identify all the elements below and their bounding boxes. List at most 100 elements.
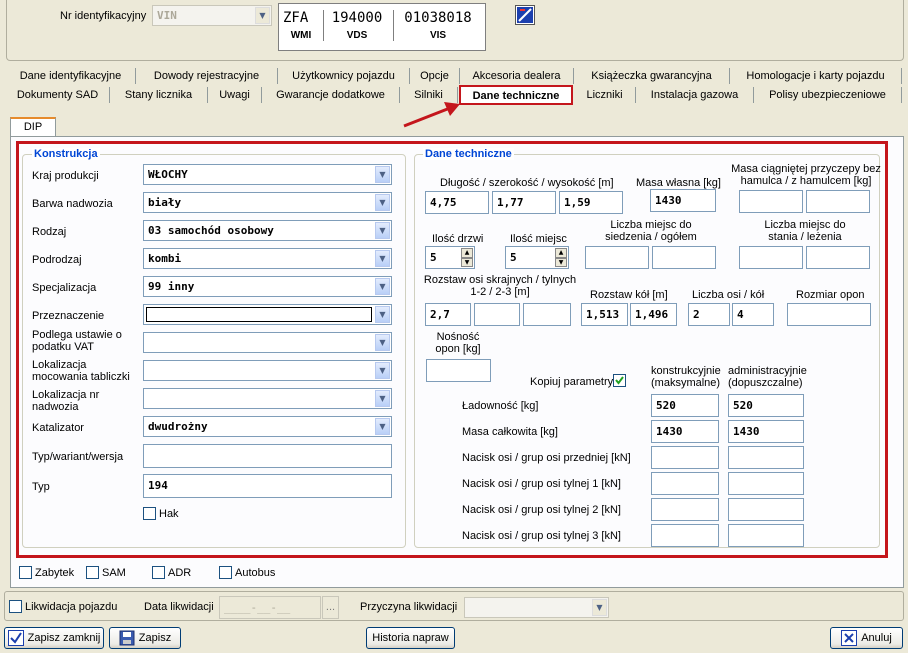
przeznaczenie-select[interactable]: ▼ bbox=[143, 304, 392, 325]
dlugosc-input[interactable]: 4,75 bbox=[425, 191, 489, 214]
stania-input-2[interactable] bbox=[806, 246, 870, 269]
drzwi-spinner[interactable]: ▲ ▼ bbox=[461, 248, 473, 267]
tab-ksiazeczka-gwarancyjna[interactable]: Książeczka gwarancyjna bbox=[574, 68, 730, 84]
date-picker-button[interactable]: ... bbox=[322, 596, 339, 619]
vin-vds-value: 194000 bbox=[331, 10, 383, 26]
vin-type-select[interactable]: VIN ▼ bbox=[152, 5, 272, 26]
liczba-osi-input[interactable]: 2 bbox=[688, 303, 730, 326]
miejsc-spinner[interactable]: ▲ ▼ bbox=[555, 248, 567, 267]
typ-input[interactable]: 194 bbox=[143, 474, 392, 498]
spin-down-icon: ▼ bbox=[555, 257, 567, 267]
drzwi-input[interactable]: 5 ▲ ▼ bbox=[425, 246, 475, 269]
tab-opcje[interactable]: Opcje bbox=[410, 68, 460, 84]
nacisk-przod-max-input[interactable] bbox=[651, 446, 719, 469]
tab-dowody-rejestracyjne[interactable]: Dowody rejestracyjne bbox=[136, 68, 278, 84]
tab-gwarancje-dodatkowe[interactable]: Gwarancje dodatkowe bbox=[262, 87, 400, 103]
tab-stany-licznika[interactable]: Stany licznika bbox=[110, 87, 208, 103]
tab-liczniki[interactable]: Liczniki bbox=[574, 87, 636, 103]
nacisk-przod-dop-input[interactable] bbox=[728, 446, 804, 469]
stania-input-1[interactable] bbox=[739, 246, 803, 269]
podrodzaj-label: Podrodzaj bbox=[32, 254, 82, 266]
adr-checkbox[interactable] bbox=[152, 566, 165, 579]
katalizator-select[interactable]: dwudrożny ▼ bbox=[143, 416, 392, 437]
tab-homologacje[interactable]: Homologacje i karty pojazdu bbox=[730, 68, 902, 84]
specjalizacja-select[interactable]: 99 inny ▼ bbox=[143, 276, 392, 297]
save-button[interactable]: Zapisz bbox=[109, 627, 181, 649]
barwa-select[interactable]: biały ▼ bbox=[143, 192, 392, 213]
masa-calkowita-max-input[interactable]: 1430 bbox=[651, 420, 719, 443]
vin-wmi-caption: WMI bbox=[290, 30, 312, 41]
nosnosc-input[interactable] bbox=[426, 359, 491, 382]
autobus-checkbox[interactable] bbox=[219, 566, 232, 579]
vat-label: Podlega ustawie o podatku VAT bbox=[32, 329, 122, 353]
rozstaw-kol-tyl-input[interactable]: 1,496 bbox=[630, 303, 677, 326]
specjalizacja-code: 99 bbox=[148, 280, 162, 293]
nacisk-tyl1-dop-input[interactable] bbox=[728, 472, 804, 495]
rozstaw-osi-skrajnych-input[interactable]: 2,7 bbox=[425, 303, 471, 326]
vat-select[interactable]: ▼ bbox=[143, 332, 392, 353]
cancel-button[interactable]: Anuluj bbox=[830, 627, 903, 649]
tab-uzytkownicy-pojazdu[interactable]: Użytkownicy pojazdu bbox=[278, 68, 410, 84]
przyczepa-z-hamulcem-input[interactable] bbox=[806, 190, 870, 213]
typ-label: Typ bbox=[32, 481, 50, 493]
przyczyna-select[interactable]: ▼ bbox=[464, 597, 609, 618]
liczba-kol-input[interactable]: 4 bbox=[732, 303, 774, 326]
siedz-input-2[interactable] bbox=[652, 246, 716, 269]
dane-title: Dane techniczne bbox=[423, 148, 514, 160]
chevron-down-icon: ▼ bbox=[375, 362, 390, 379]
vin-part-wmi[interactable]: ZFA WMI bbox=[283, 10, 319, 41]
tab-dane-techniczne[interactable]: Dane techniczne bbox=[459, 85, 573, 105]
vin-vds-caption: VDS bbox=[346, 30, 368, 41]
kraj-select[interactable]: WŁOCHY ▼ bbox=[143, 164, 392, 185]
save-close-button[interactable]: Zapisz zamknij bbox=[4, 627, 104, 649]
nr-nadwozia-select[interactable]: ▼ bbox=[143, 388, 392, 409]
nacisk-tyl2-dop-input[interactable] bbox=[728, 498, 804, 521]
rozstaw-osi-2-3-input[interactable] bbox=[523, 303, 571, 326]
tab-polisy-ubezpieczeniowe[interactable]: Polisy ubezpieczeniowe bbox=[754, 87, 902, 103]
nacisk-tyl3-dop-input[interactable] bbox=[728, 524, 804, 547]
nacisk-tyl2-max-input[interactable] bbox=[651, 498, 719, 521]
tab-dane-identyfikacyjne[interactable]: Dane identyfikacyjne bbox=[6, 68, 136, 84]
rozstaw-osi-1-2-input[interactable] bbox=[474, 303, 520, 326]
tab-dokumenty-sad[interactable]: Dokumenty SAD bbox=[6, 87, 110, 103]
history-label: Historia napraw bbox=[372, 632, 449, 644]
przyczepa-bez-hamulca-input[interactable] bbox=[739, 190, 803, 213]
ladownosc-dop-input[interactable]: 520 bbox=[728, 394, 804, 417]
chevron-down-icon: ▼ bbox=[375, 250, 390, 267]
tabliczka-select[interactable]: ▼ bbox=[143, 360, 392, 381]
kopiuj-checkbox[interactable] bbox=[613, 374, 626, 387]
przeznaczenie-focus-box bbox=[146, 307, 372, 322]
save-close-label: Zapisz zamknij bbox=[27, 632, 101, 644]
nacisk-tyl1-max-input[interactable] bbox=[651, 472, 719, 495]
typ-wariant-input[interactable] bbox=[143, 444, 392, 468]
history-button[interactable]: Historia napraw bbox=[366, 627, 455, 649]
tab-akcesoria-dealera[interactable]: Akcesoria dealera bbox=[460, 68, 574, 84]
rozstaw-kol-przod-input[interactable]: 1,513 bbox=[581, 303, 628, 326]
siedz-input-1[interactable] bbox=[585, 246, 649, 269]
hak-checkbox[interactable] bbox=[143, 507, 156, 520]
data-likwidacji-input[interactable]: ____-__-__ bbox=[219, 596, 321, 619]
podrodzaj-select[interactable]: kombi ▼ bbox=[143, 248, 392, 269]
tab-uwagi[interactable]: Uwagi bbox=[208, 87, 262, 103]
rodzaj-select[interactable]: 03 samochód osobowy ▼ bbox=[143, 220, 392, 241]
subtab-dip[interactable]: DIP bbox=[10, 117, 56, 137]
likwidacja-checkbox[interactable] bbox=[9, 600, 22, 613]
vin-part-vds[interactable]: 194000 VDS bbox=[323, 10, 390, 41]
masa-wlasna-input[interactable]: 1430 bbox=[650, 189, 716, 212]
wysokosc-input[interactable]: 1,59 bbox=[559, 191, 623, 214]
szerokosc-input[interactable]: 1,77 bbox=[492, 191, 556, 214]
opony-label: Rozmiar opon bbox=[796, 289, 865, 301]
ladownosc-max-input[interactable]: 520 bbox=[651, 394, 719, 417]
miejsc-input[interactable]: 5 ▲ ▼ bbox=[505, 246, 569, 269]
tab-instalacja-gazowa[interactable]: Instalacja gazowa bbox=[636, 87, 754, 103]
adr-label: ADR bbox=[168, 567, 192, 579]
edit-vin-button[interactable] bbox=[515, 5, 535, 25]
vin-part-vis[interactable]: 01038018 VIS bbox=[393, 10, 482, 41]
vin-label: Nr identyfikacyjny bbox=[60, 10, 147, 22]
opony-input[interactable] bbox=[787, 303, 871, 326]
masa-wlasna-label: Masa własna [kg] bbox=[636, 177, 721, 189]
masa-calkowita-dop-input[interactable]: 1430 bbox=[728, 420, 804, 443]
sam-checkbox[interactable] bbox=[86, 566, 99, 579]
nacisk-tyl3-max-input[interactable] bbox=[651, 524, 719, 547]
zabytek-checkbox[interactable] bbox=[19, 566, 32, 579]
